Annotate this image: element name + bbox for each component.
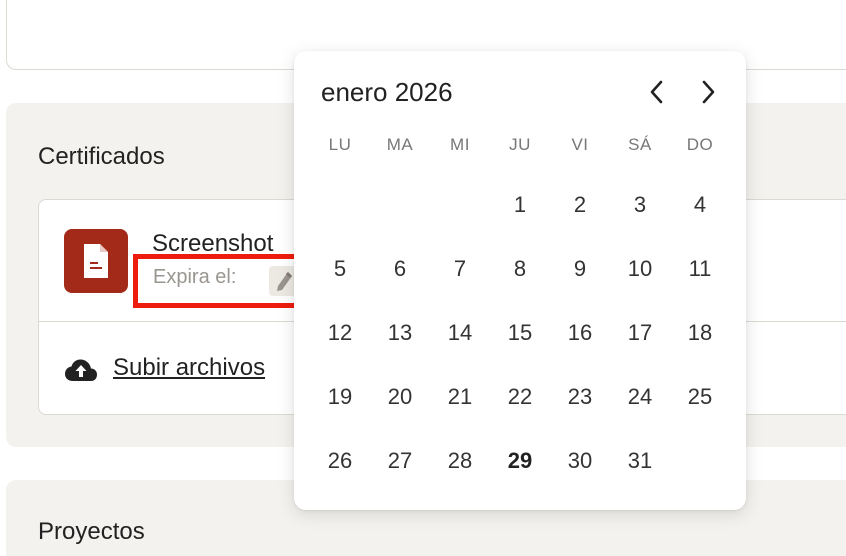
chevron-left-icon[interactable] <box>643 78 671 106</box>
calendar-day[interactable]: 16 <box>550 301 610 365</box>
certificate-file-name[interactable]: Screenshot <box>152 230 273 258</box>
calendar-day[interactable]: 5 <box>310 237 370 301</box>
calendar-day[interactable]: 22 <box>490 365 550 429</box>
calendar-day[interactable]: 9 <box>550 237 610 301</box>
weekday-label: VI <box>571 135 589 154</box>
projects-title: Proyectos <box>38 518 145 545</box>
calendar-day[interactable]: 14 <box>430 301 490 365</box>
calendar-day[interactable]: 29 <box>490 429 550 493</box>
upload-files-link[interactable]: Subir archivos <box>113 354 265 382</box>
expiry-label: Expira el: <box>153 266 237 288</box>
calendar-day[interactable]: 6 <box>370 237 430 301</box>
calendar-empty-cell <box>310 173 370 237</box>
calendar-empty-cell <box>430 173 490 237</box>
calendar-day[interactable]: 7 <box>430 237 490 301</box>
calendar-empty-cell <box>370 173 430 237</box>
calendar-week-row: 5 6 7 8 9 10 11 <box>310 237 730 301</box>
calendar-day[interactable]: 15 <box>490 301 550 365</box>
weekday-label: DO <box>686 135 714 154</box>
calendar-day[interactable]: 1 <box>490 173 550 237</box>
calendar-day[interactable]: 3 <box>610 173 670 237</box>
calendar-week-row: 26 27 28 29 30 31 <box>310 429 730 493</box>
calendar-week-row: 19 20 21 22 23 24 25 <box>310 365 730 429</box>
calendar-day[interactable]: 18 <box>670 301 730 365</box>
document-icon[interactable] <box>64 229 128 293</box>
calendar-day[interactable]: 19 <box>310 365 370 429</box>
calendar-day[interactable]: 31 <box>610 429 670 493</box>
chevron-right-icon[interactable] <box>694 78 722 106</box>
calendar-day[interactable]: 21 <box>430 365 490 429</box>
calendar-day[interactable]: 24 <box>610 365 670 429</box>
certificates-title: Certificados <box>38 143 165 170</box>
weekday-label: JU <box>509 135 531 154</box>
weekday-label: LU <box>328 135 352 154</box>
weekday-label: MA <box>386 135 414 154</box>
calendar-day[interactable]: 25 <box>670 365 730 429</box>
weekday-label: MI <box>450 135 470 154</box>
calendar-week-row: 1234 <box>310 173 730 237</box>
calendar-empty-cell <box>670 429 730 493</box>
calendar-day[interactable]: 30 <box>550 429 610 493</box>
calendar-day[interactable]: 11 <box>670 237 730 301</box>
calendar-day-grid: 1 2 3 4 5 6 7 8 9 10 11 12 13 14 15 16 17 18 19 20 21 22 23 24 2… <box>310 173 730 493</box>
date-picker-popup: enero 2026 LU MA MI JU VI SÁ DO 12345678… <box>294 51 746 510</box>
calendar-day[interactable]: 2 <box>550 173 610 237</box>
calendar-day[interactable]: 27 <box>370 429 430 493</box>
calendar-month-label: enero 2026 <box>321 77 453 107</box>
calendar-day[interactable]: 20 <box>370 365 430 429</box>
calendar-day[interactable]: 17 <box>610 301 670 365</box>
cloud-upload-icon <box>65 359 97 381</box>
weekday-header: LU MA MI JU VI SÁ DO <box>310 135 730 155</box>
calendar-day[interactable]: 8 <box>490 237 550 301</box>
weekday-label: SÁ <box>628 135 652 154</box>
calendar-week-row: 12 13 14 15 16 17 18 <box>310 301 730 365</box>
calendar-day[interactable]: 26 <box>310 429 370 493</box>
calendar-day[interactable]: 23 <box>550 365 610 429</box>
calendar-day[interactable]: 4 <box>670 173 730 237</box>
calendar-day[interactable]: 10 <box>610 237 670 301</box>
calendar-day[interactable]: 12 <box>310 301 370 365</box>
calendar-day[interactable]: 28 <box>430 429 490 493</box>
expiry-row: Expira el: <box>153 266 301 296</box>
calendar-day[interactable]: 13 <box>370 301 430 365</box>
